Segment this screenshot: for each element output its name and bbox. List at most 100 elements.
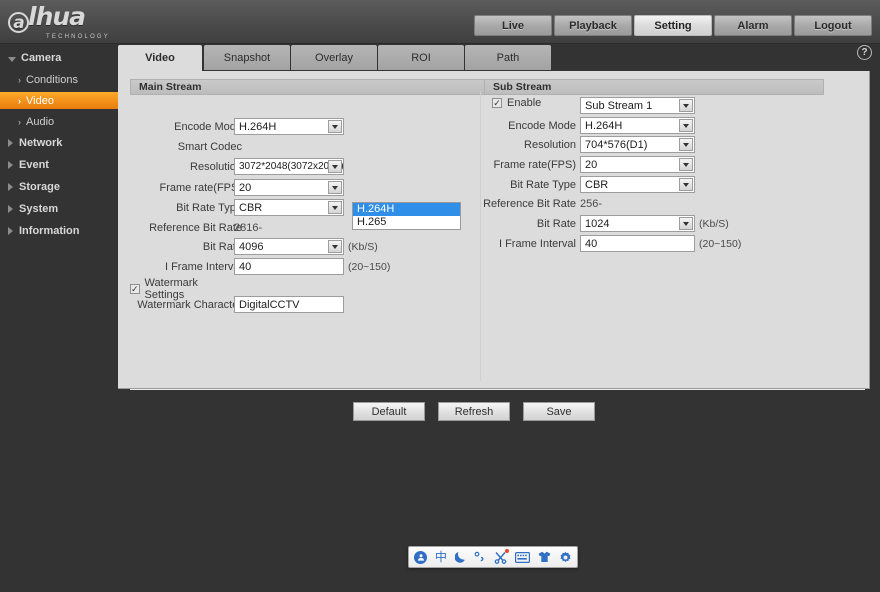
- sidebar-navigation: Camera › Conditions › Video › Audio Netw…: [0, 45, 118, 592]
- tab-roi[interactable]: ROI: [378, 45, 464, 70]
- nav-alarm[interactable]: Alarm: [714, 15, 792, 36]
- main-frame-rate-select[interactable]: 20: [234, 179, 344, 196]
- help-icon[interactable]: ?: [857, 45, 872, 60]
- main-stream-panel-title: Main Stream: [130, 79, 485, 95]
- chevron-down-icon[interactable]: [679, 99, 693, 112]
- ime-toolbar: 中: [408, 546, 579, 568]
- sub-resolution-select[interactable]: 704*576(D1): [580, 136, 695, 153]
- sub-bit-rate-type-value: CBR: [585, 178, 609, 191]
- sub-frame-rate-select[interactable]: 20: [580, 156, 695, 173]
- label-resolution: Resolution: [190, 161, 242, 173]
- checkbox-checked-icon: ✓: [130, 283, 140, 294]
- dahua-logo: a lhua TECHNOLOGY: [8, 4, 128, 40]
- sidebar-group-storage-label: Storage: [19, 181, 60, 193]
- sidebar-group-network-label: Network: [19, 137, 63, 149]
- triangle-right-icon: [8, 161, 13, 169]
- label-sub-encode-mode: Encode Mode: [508, 120, 576, 132]
- tab-snapshot[interactable]: Snapshot: [204, 45, 290, 70]
- triangle-right-icon: [8, 205, 13, 213]
- sogou-logo-icon[interactable]: [414, 550, 427, 564]
- chevron-down-icon[interactable]: [328, 181, 342, 194]
- label-i-frame-interval: I Frame Interval: [164, 261, 242, 273]
- sidebar-group-system-label: System: [19, 203, 59, 215]
- tab-bar: Video Snapshot Overlay ROI Path: [118, 45, 880, 71]
- sidebar-group-system[interactable]: System: [0, 200, 118, 218]
- sub-stream-enable-label: Enable: [507, 97, 542, 109]
- main-encode-mode-select[interactable]: H.264H: [234, 118, 344, 135]
- video-settings-panel: Main Stream Sub Stream Encode Mode H.264…: [118, 71, 870, 421]
- main-bit-rate-value: 4096: [239, 240, 264, 253]
- top-navigation: Live Playback Setting Alarm Logout: [474, 15, 872, 36]
- sidebar-group-information-label: Information: [19, 225, 80, 237]
- chevron-down-icon[interactable]: [328, 201, 342, 214]
- tab-video[interactable]: Video: [118, 45, 202, 71]
- sidebar-item-video[interactable]: › Video: [0, 92, 118, 109]
- main-resolution-select[interactable]: 3072*2048(3072x2048): [234, 158, 344, 175]
- sidebar-item-audio[interactable]: › Audio: [0, 113, 118, 130]
- label-bit-rate-type: Bit Rate Type: [176, 202, 242, 214]
- dropdown-option-h264h[interactable]: H.264H: [353, 203, 460, 216]
- nav-logout[interactable]: Logout: [794, 15, 872, 36]
- chevron-down-icon[interactable]: [328, 160, 342, 173]
- sidebar-group-network[interactable]: Network: [0, 134, 118, 152]
- chevron-down-icon[interactable]: [679, 138, 693, 151]
- nav-setting[interactable]: Setting: [634, 15, 712, 36]
- chinese-mode-icon[interactable]: 中: [435, 550, 447, 564]
- punctuation-icon[interactable]: [474, 551, 486, 563]
- sidebar-group-event-label: Event: [19, 159, 49, 171]
- chevron-down-icon[interactable]: [679, 119, 693, 132]
- sidebar-group-camera[interactable]: Camera: [0, 49, 118, 67]
- tab-path[interactable]: Path: [465, 45, 551, 70]
- chevron-down-icon[interactable]: [679, 158, 693, 171]
- sub-i-frame-interval-input[interactable]: 40: [580, 235, 695, 252]
- scissors-icon[interactable]: [494, 548, 510, 564]
- settings-gear-icon[interactable]: [559, 551, 572, 564]
- label-bit-rate: Bit Rate: [202, 241, 242, 253]
- sub-bit-rate-type-select[interactable]: CBR: [580, 176, 695, 193]
- chevron-down-icon[interactable]: [328, 120, 342, 133]
- sidebar-item-video-label: Video: [26, 94, 54, 107]
- tab-overlay[interactable]: Overlay: [291, 45, 377, 70]
- sidebar-group-event[interactable]: Event: [0, 156, 118, 174]
- chevron-down-icon[interactable]: [679, 217, 693, 230]
- label-watermark-character: Watermark Character: [137, 299, 242, 311]
- sidebar-item-conditions[interactable]: › Conditions: [0, 71, 118, 88]
- save-button[interactable]: Save: [523, 402, 595, 421]
- label-reference-bit-rate: Reference Bit Rate: [149, 222, 242, 234]
- sub-encode-mode-select[interactable]: H.264H: [580, 117, 695, 134]
- triangle-right-icon: [8, 139, 13, 147]
- main-i-frame-interval-input[interactable]: 40: [234, 258, 344, 275]
- checkbox-checked-icon: ✓: [492, 97, 502, 108]
- chevron-down-icon[interactable]: [679, 178, 693, 191]
- logo-wordmark: a lhua: [8, 4, 128, 33]
- default-button[interactable]: Default: [353, 402, 425, 421]
- sub-bit-rate-select[interactable]: 1024: [580, 215, 695, 232]
- label-sub-reference-bit-rate: Reference Bit Rate: [483, 198, 576, 210]
- moon-icon[interactable]: [455, 551, 466, 563]
- watermark-character-input[interactable]: DigitalCCTV: [234, 296, 344, 313]
- main-bit-rate-type-value: CBR: [239, 201, 263, 214]
- label-sub-resolution: Resolution: [524, 139, 576, 151]
- chevron-down-icon[interactable]: [328, 240, 342, 253]
- skin-shirt-icon[interactable]: [538, 551, 551, 563]
- triangle-down-icon: [8, 56, 16, 62]
- refresh-button[interactable]: Refresh: [438, 402, 510, 421]
- dropdown-option-h265[interactable]: H.265: [353, 216, 460, 229]
- nav-live[interactable]: Live: [474, 15, 552, 36]
- logo-subtitle: TECHNOLOGY: [46, 34, 111, 40]
- sidebar-group-storage[interactable]: Storage: [0, 178, 118, 196]
- chevron-right-icon: ›: [18, 95, 21, 106]
- main-bit-rate-type-select[interactable]: CBR: [234, 199, 344, 216]
- sub-stream-select[interactable]: Sub Stream 1: [580, 97, 695, 114]
- sidebar-group-camera-label: Camera: [21, 52, 62, 64]
- sidebar-group-information[interactable]: Information: [0, 222, 118, 240]
- main-frame-rate-value: 20: [239, 181, 252, 194]
- logo-initial: a: [8, 12, 29, 33]
- nav-playback[interactable]: Playback: [554, 15, 632, 36]
- sub-stream-enable-checkbox[interactable]: ✓ Enable: [492, 97, 541, 109]
- keyboard-icon[interactable]: [515, 551, 531, 563]
- sub-bit-rate-unit: (Kb/S): [699, 218, 729, 230]
- main-bit-rate-select[interactable]: 4096: [234, 238, 344, 255]
- encode-mode-dropdown-list[interactable]: H.264H H.265: [352, 202, 461, 230]
- sub-resolution-value: 704*576(D1): [585, 138, 648, 151]
